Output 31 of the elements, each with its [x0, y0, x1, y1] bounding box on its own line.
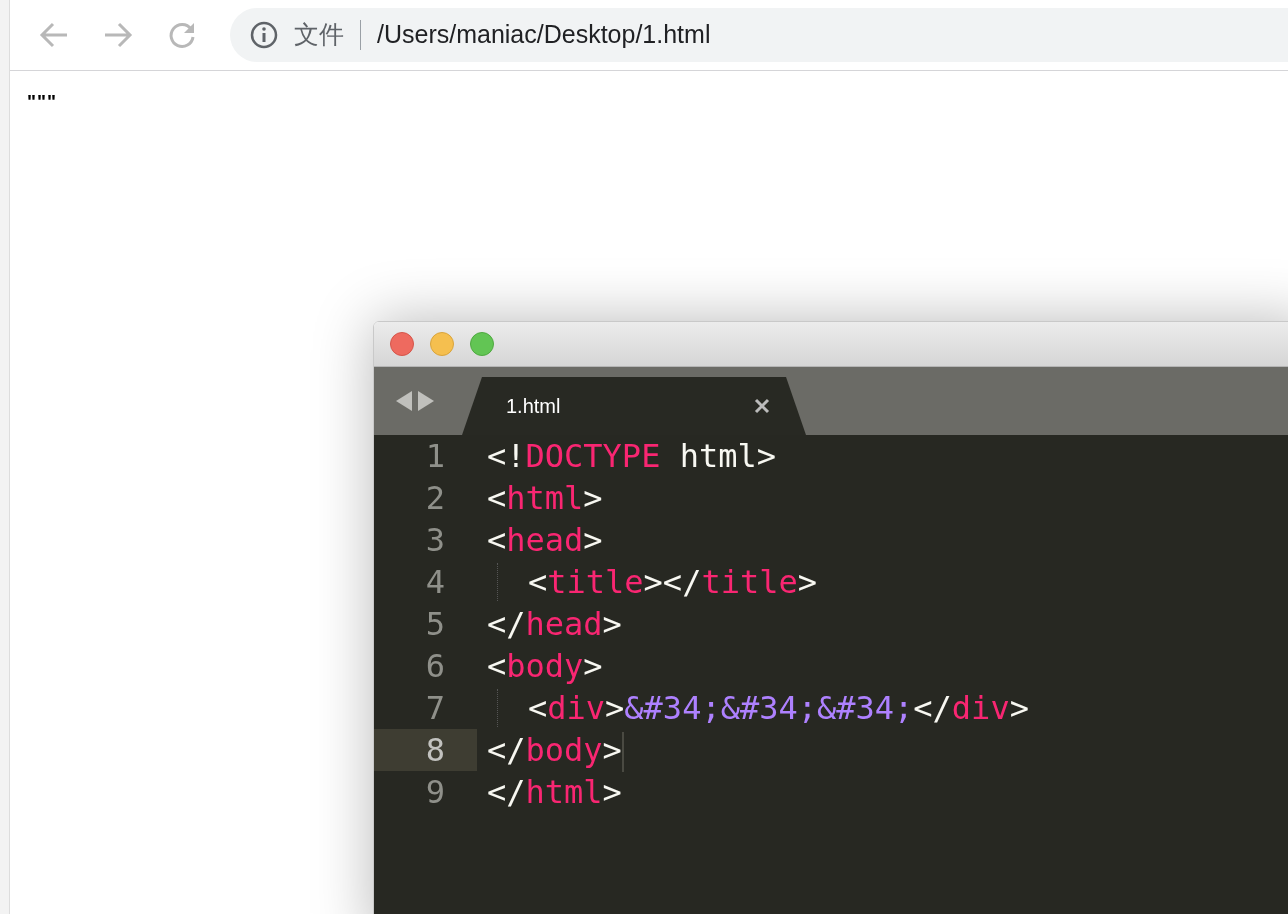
code-line: <body>: [487, 647, 603, 685]
url-text: /Users/maniac/Desktop/1.html: [377, 19, 711, 51]
code-line: </html>: [487, 773, 622, 811]
code-line: <html>: [487, 479, 603, 517]
security-label: 文件: [294, 19, 344, 51]
code-line: <title></title>: [497, 563, 817, 601]
code-line: </head>: [487, 605, 622, 643]
line-number: 7: [424, 688, 446, 729]
line-number: 5: [424, 604, 446, 645]
close-icon[interactable]: [754, 398, 770, 414]
line-number: 2: [424, 478, 446, 519]
previous-tab-icon[interactable]: [396, 391, 412, 411]
info-icon: [250, 21, 278, 49]
zoom-button[interactable]: [470, 332, 494, 356]
minimize-button[interactable]: [430, 332, 454, 356]
page-text: """: [27, 90, 58, 114]
code-line: <!DOCTYPE html>: [487, 437, 776, 475]
text-cursor: [621, 732, 624, 772]
close-button[interactable]: [390, 332, 414, 356]
next-tab-icon[interactable]: [418, 391, 434, 411]
code-line: <head>: [487, 521, 603, 559]
line-number: 3: [424, 520, 446, 561]
address-bar[interactable]: 文件 /Users/maniac/Desktop/1.html: [230, 8, 1288, 62]
line-number: 9: [424, 772, 446, 813]
line-number: 6: [424, 646, 446, 687]
line-number: 8: [374, 729, 477, 771]
line-number: 4: [424, 562, 446, 603]
code-line: <div>&#34;&#34;&#34;</div>: [497, 689, 1029, 727]
file-tab[interactable]: 1.html: [462, 377, 806, 435]
code-line: </body>: [487, 731, 622, 769]
line-number: 1: [424, 436, 446, 477]
